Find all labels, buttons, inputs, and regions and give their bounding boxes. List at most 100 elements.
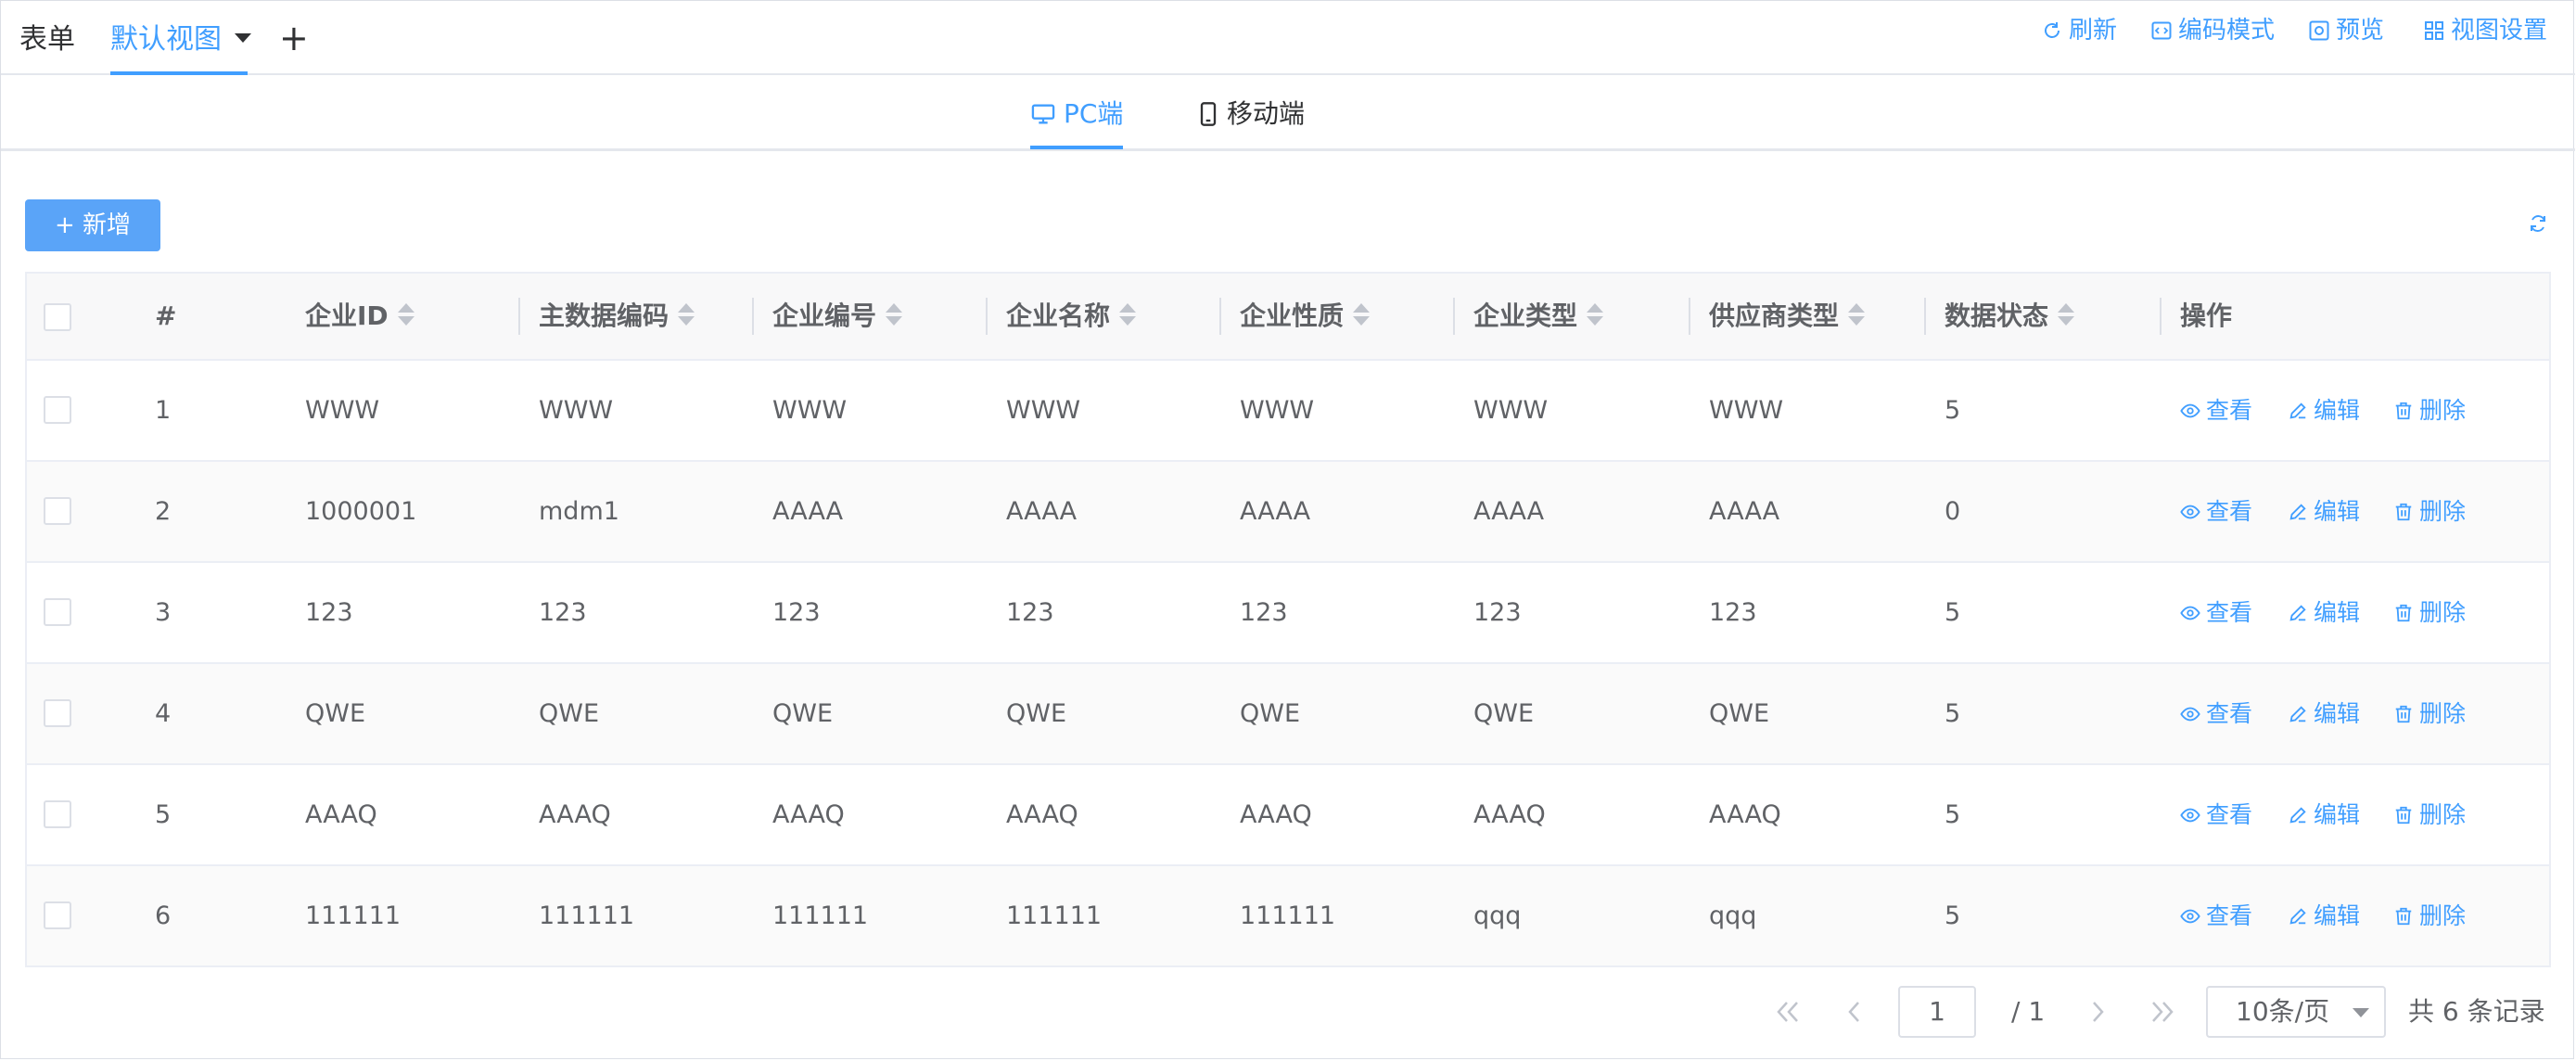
- sort-icon[interactable]: [1848, 302, 1866, 328]
- view-button[interactable]: 查看: [2180, 394, 2252, 428]
- prev-page-icon[interactable]: [1844, 999, 1863, 1025]
- first-page-icon[interactable]: [1774, 999, 1802, 1025]
- view-button[interactable]: 查看: [2180, 697, 2252, 731]
- refresh-button[interactable]: 刷新: [2041, 14, 2117, 47]
- edit-button[interactable]: 编辑: [2288, 697, 2360, 731]
- sort-icon[interactable]: [886, 302, 903, 328]
- header-enterprise-number[interactable]: 企业编号: [772, 274, 903, 359]
- view-label: 查看: [2206, 397, 2253, 424]
- header-supplier-type[interactable]: 供应商类型: [1709, 274, 1866, 359]
- delete-button[interactable]: 删除: [2393, 596, 2466, 630]
- cell-data-status: 5: [1945, 598, 1961, 627]
- column-divider: [1924, 298, 1926, 335]
- eye-icon: [2180, 403, 2200, 418]
- sort-icon[interactable]: [1119, 302, 1137, 328]
- table-row: 3 123 123 123 123 123 123 123 5 查看 编辑 删除: [27, 563, 2549, 664]
- delete-label: 删除: [2419, 801, 2467, 828]
- delete-button[interactable]: 删除: [2393, 495, 2466, 529]
- cell-supplier-type: 123: [1709, 598, 1757, 627]
- page-size-select[interactable]: 10条/页: [2206, 986, 2386, 1038]
- row-checkbox[interactable]: [44, 396, 71, 424]
- trash-icon: [2395, 604, 2412, 622]
- row-checkbox[interactable]: [44, 497, 71, 525]
- edit-icon: [2289, 403, 2306, 419]
- view-settings-button[interactable]: 视图设置: [2423, 14, 2547, 47]
- view-button[interactable]: 查看: [2180, 900, 2252, 933]
- sort-icon[interactable]: [2058, 302, 2075, 328]
- delete-button[interactable]: 删除: [2393, 697, 2466, 731]
- cell-enterprise-name: QWE: [1006, 699, 1067, 728]
- column-divider: [518, 298, 520, 335]
- edit-button[interactable]: 编辑: [2288, 799, 2360, 832]
- delete-button[interactable]: 删除: [2393, 394, 2466, 428]
- cell-enterprise-number: 111111: [772, 901, 869, 930]
- add-button[interactable]: + 新增: [25, 199, 160, 251]
- code-mode-button[interactable]: 编码模式: [2150, 14, 2275, 47]
- cell-enterprise-type: WWW: [1473, 396, 1549, 425]
- edit-label: 编辑: [2314, 397, 2361, 424]
- view-label: 查看: [2206, 902, 2253, 929]
- monitor-icon: [1031, 104, 1055, 124]
- cell-enterprise-number: AAAA: [772, 497, 844, 526]
- tab-default-view[interactable]: 默认视图: [110, 19, 251, 60]
- caret-down-icon: [2353, 1008, 2369, 1017]
- delete-button[interactable]: 删除: [2393, 799, 2466, 832]
- row-checkbox[interactable]: [44, 699, 71, 727]
- edit-icon: [2289, 504, 2306, 520]
- edit-button[interactable]: 编辑: [2288, 495, 2360, 529]
- view-button[interactable]: 查看: [2180, 596, 2252, 630]
- edit-button[interactable]: 编辑: [2288, 900, 2360, 933]
- refresh-table-icon[interactable]: [2527, 212, 2549, 235]
- sort-icon[interactable]: [1587, 302, 1604, 328]
- add-view-button[interactable]: +: [279, 18, 309, 58]
- table-row: 5 AAAQ AAAQ AAAQ AAAQ AAAQ AAAQ AAAQ 5 查看 编辑 删除: [27, 765, 2549, 866]
- preview-button[interactable]: 预览: [2308, 14, 2384, 47]
- cell-master-code: QWE: [539, 699, 600, 728]
- cell-enterprise-number: 123: [772, 598, 821, 627]
- table-row: 2 1000001 mdm1 AAAA AAAA AAAA AAAA AAAA 0 查看 编辑 删除: [27, 462, 2549, 563]
- header-enterprise-name[interactable]: 企业名称: [1006, 274, 1137, 359]
- cell-enterprise-name: WWW: [1006, 396, 1081, 425]
- row-index: 6: [155, 901, 172, 930]
- cell-enterprise-number: QWE: [772, 699, 834, 728]
- caret-down-icon[interactable]: [235, 32, 251, 43]
- row-index: 3: [155, 598, 172, 627]
- cell-enterprise-number: AAAQ: [772, 800, 845, 829]
- cell-supplier-type: WWW: [1709, 396, 1784, 425]
- cell-enterprise-id: 1000001: [305, 497, 417, 526]
- tab-pc[interactable]: PC端: [1030, 94, 1123, 134]
- row-checkbox[interactable]: [44, 901, 71, 929]
- cell-enterprise-type: 123: [1473, 598, 1522, 627]
- delete-label: 删除: [2419, 700, 2467, 727]
- header-enterprise-type[interactable]: 企业类型: [1473, 274, 1604, 359]
- row-checkbox[interactable]: [44, 800, 71, 828]
- row-index: 5: [155, 800, 172, 829]
- view-button[interactable]: 查看: [2180, 495, 2252, 529]
- sort-icon[interactable]: [397, 302, 414, 328]
- tab-form[interactable]: 表单: [19, 19, 75, 60]
- next-page-icon[interactable]: [2089, 999, 2108, 1025]
- cell-enterprise-nature: QWE: [1240, 699, 1301, 728]
- delete-button[interactable]: 删除: [2393, 900, 2466, 933]
- header-supplier-type-label: 供应商类型: [1709, 300, 1840, 331]
- view-button[interactable]: 查看: [2180, 799, 2252, 832]
- delete-label: 删除: [2419, 498, 2467, 525]
- edit-button[interactable]: 编辑: [2288, 596, 2360, 630]
- tab-mobile[interactable]: 移动端: [1197, 94, 1305, 134]
- cell-master-code: 123: [539, 598, 587, 627]
- sort-icon[interactable]: [1353, 302, 1371, 328]
- app-frame: 表单 默认视图 + 刷新 编码模式 预览 视图设置 PC端 移动端 + 新增 #…: [0, 0, 2575, 1059]
- header-master-code[interactable]: 主数据编码: [539, 274, 695, 359]
- sort-icon[interactable]: [678, 302, 695, 328]
- header-enterprise-nature[interactable]: 企业性质: [1240, 274, 1371, 359]
- row-checkbox[interactable]: [44, 598, 71, 626]
- cell-enterprise-type: qqq: [1473, 901, 1522, 930]
- trash-icon: [2395, 907, 2412, 926]
- edit-button[interactable]: 编辑: [2288, 394, 2360, 428]
- last-page-icon[interactable]: [2149, 999, 2176, 1025]
- select-all-checkbox[interactable]: [44, 303, 71, 331]
- page-number-input[interactable]: 1: [1898, 986, 1976, 1038]
- header-data-status[interactable]: 数据状态: [1945, 274, 2075, 359]
- header-enterprise-id[interactable]: 企业ID: [305, 274, 414, 359]
- row-index: 4: [155, 699, 172, 728]
